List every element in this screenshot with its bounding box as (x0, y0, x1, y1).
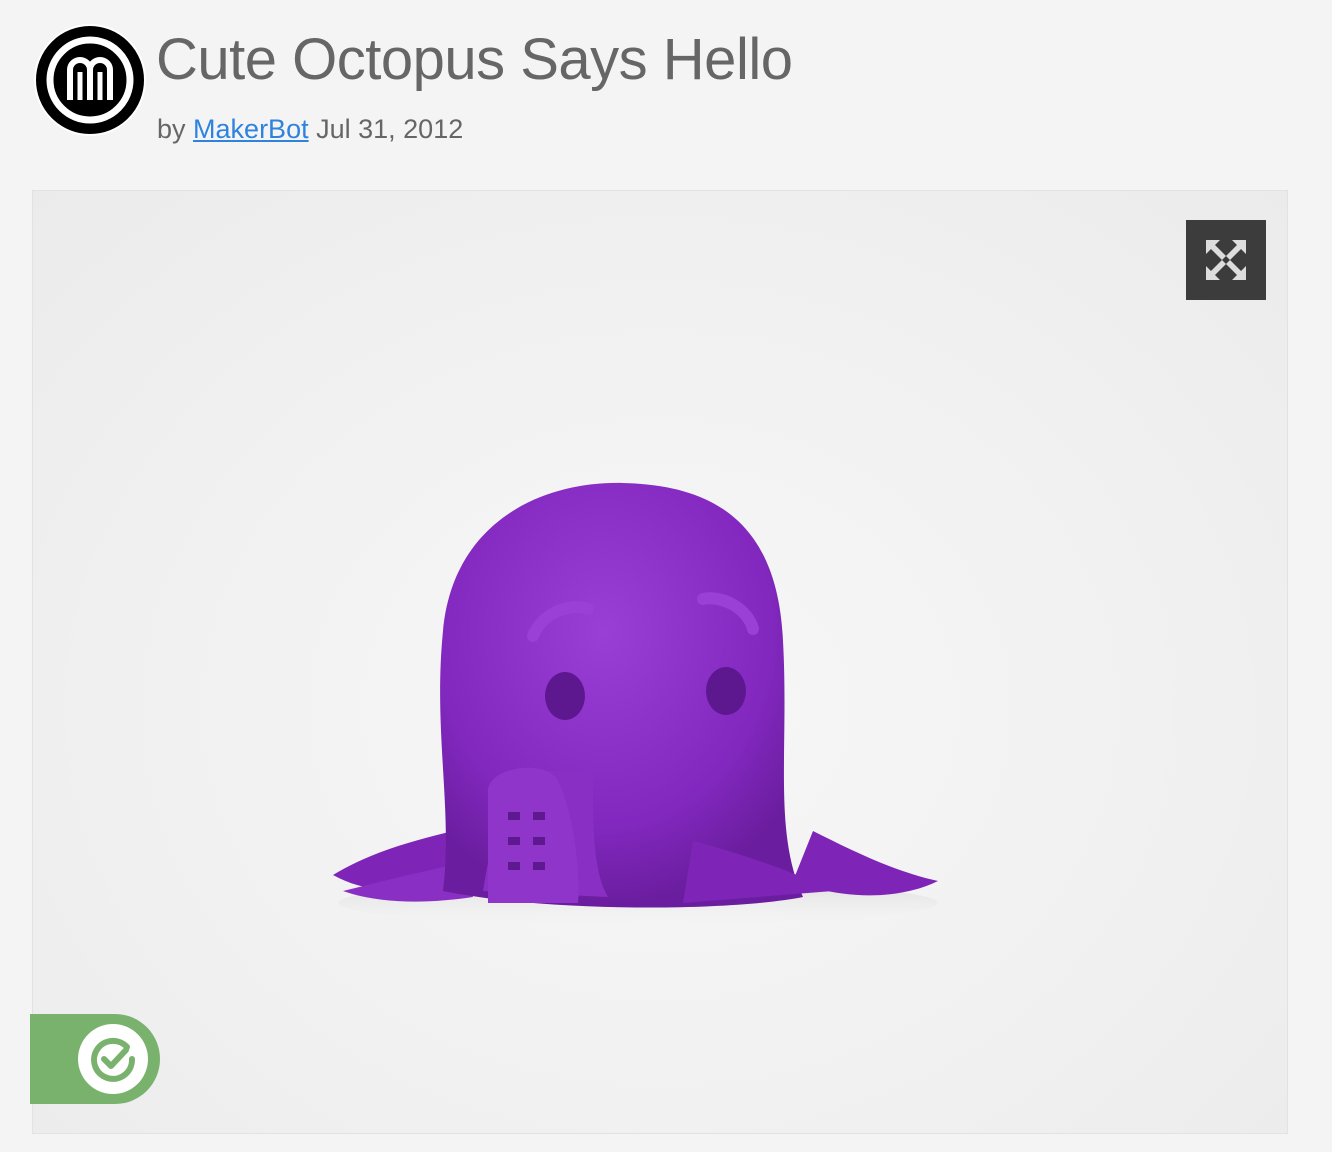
author-link[interactable]: MakerBot (193, 114, 309, 144)
verified-badge[interactable] (30, 1014, 160, 1104)
expand-arrows-icon (1206, 240, 1246, 280)
publish-date: Jul 31, 2012 (316, 114, 464, 144)
expand-button[interactable] (1186, 220, 1266, 300)
image-viewer[interactable] (32, 190, 1288, 1134)
thing-title: Cute Octopus Says Hello (156, 27, 793, 92)
thing-page: Cute Octopus Says Hello by MakerBot Jul … (0, 0, 1332, 1152)
makerbot-logo-icon (46, 36, 134, 124)
byline: by MakerBot Jul 31, 2012 (157, 114, 463, 145)
badge-circle (78, 1024, 148, 1094)
octopus-photo (333, 482, 938, 925)
check-circle-icon (91, 1037, 136, 1082)
thing-header: Cute Octopus Says Hello by MakerBot Jul … (34, 24, 1294, 154)
byline-prefix: by (157, 114, 186, 144)
author-avatar[interactable] (34, 24, 146, 136)
